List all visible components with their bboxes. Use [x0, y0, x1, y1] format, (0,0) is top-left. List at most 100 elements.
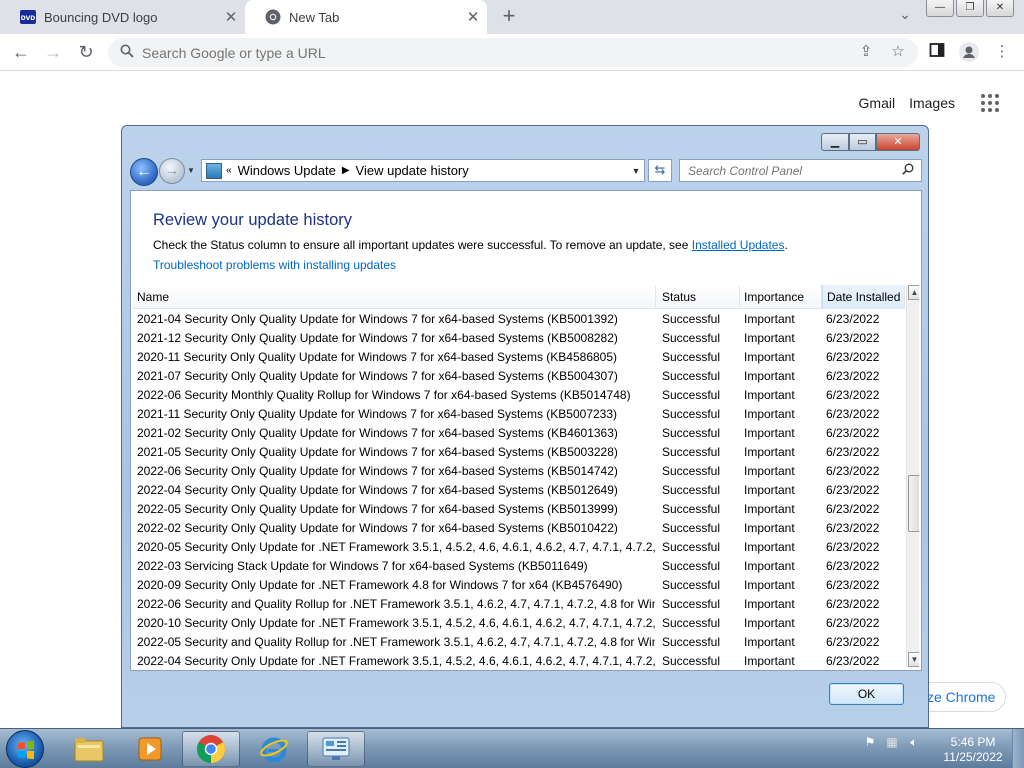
images-link[interactable]: Images	[909, 95, 955, 111]
table-row[interactable]: 2022-06 Security Monthly Quality Rollup …	[133, 386, 905, 405]
table-row[interactable]: 2022-03 Servicing Stack Update for Windo…	[133, 557, 905, 576]
cell-date-installed: 6/23/2022	[826, 616, 880, 630]
table-row[interactable]: 2022-06 Security Only Quality Update for…	[133, 462, 905, 481]
omnibox[interactable]	[108, 38, 918, 67]
table-row[interactable]: 2021-07 Security Only Quality Update for…	[133, 367, 905, 386]
back-arrow-icon[interactable]: ←	[8, 40, 34, 66]
action-center-flag-icon[interactable]: ⚑	[862, 735, 878, 751]
table-row[interactable]: 2020-10 Security Only Update for .NET Fr…	[133, 614, 905, 633]
cell-date-installed: 6/23/2022	[826, 597, 880, 611]
taskbar-internet-explorer[interactable]	[245, 731, 303, 767]
window-controls: — ❐ ✕	[924, 0, 1014, 17]
cell-name: 2022-02 Security Only Quality Update for…	[137, 521, 618, 535]
taskbar-explorer[interactable]	[60, 731, 118, 767]
omnibox-input[interactable]	[142, 44, 822, 61]
close-button[interactable]: ✕	[986, 0, 1014, 17]
scrollbar-thumb[interactable]	[908, 475, 919, 532]
start-button[interactable]	[6, 730, 44, 768]
cell-status: Successful	[662, 350, 721, 364]
table-row[interactable]: 2021-04 Security Only Quality Update for…	[133, 310, 905, 329]
scroll-down-arrow-icon[interactable]: ▼	[908, 652, 919, 667]
maximize-button[interactable]: ▭	[849, 133, 876, 151]
table-row[interactable]: 2022-05 Security Only Quality Update for…	[133, 500, 905, 519]
table-row[interactable]: 2021-12 Security Only Quality Update for…	[133, 329, 905, 348]
share-icon[interactable]: ⇪	[856, 42, 876, 62]
vertical-scrollbar[interactable]: ▲ ▼	[906, 285, 919, 667]
system-tray: ⚑ ▦ 🔈︎	[862, 735, 922, 751]
breadcrumb-separator-icon[interactable]: ▶	[342, 165, 350, 176]
table-row[interactable]: 2022-06 Security and Quality Rollup for …	[133, 595, 905, 614]
taskbar-control-panel[interactable]	[307, 731, 365, 767]
cell-status: Successful	[662, 559, 721, 573]
profile-avatar-icon[interactable]	[959, 42, 979, 62]
cell-status: Successful	[662, 331, 721, 345]
column-header-date-installed[interactable]: Date Installed	[822, 285, 905, 309]
cell-name: 2022-03 Servicing Stack Update for Windo…	[137, 559, 588, 573]
taskbar-chrome[interactable]	[182, 731, 240, 767]
table-row[interactable]: 2022-05 Security and Quality Rollup for …	[133, 633, 905, 652]
back-arrow-icon[interactable]: ←	[130, 158, 158, 186]
recent-pages-chevron-icon[interactable]: ▼	[187, 166, 195, 175]
tab-title: New Tab	[289, 9, 340, 25]
chrome-menu-icon[interactable]: ⋮	[992, 42, 1012, 62]
address-bar[interactable]: « Windows Update ▶ View update history ▼	[201, 159, 645, 182]
installed-updates-link[interactable]: Installed Updates	[692, 238, 785, 252]
scroll-up-arrow-icon[interactable]: ▲	[908, 285, 919, 300]
table-row[interactable]: 2022-04 Security Only Update for .NET Fr…	[133, 652, 905, 667]
tab-new-tab[interactable]: New Tab ✕	[245, 0, 487, 34]
list-header: Name Status Importance Date Installed	[133, 285, 905, 309]
cell-date-installed: 6/23/2022	[826, 559, 880, 573]
cell-status: Successful	[662, 407, 721, 421]
breadcrumb-windows-update[interactable]: Windows Update	[238, 163, 336, 178]
gmail-link[interactable]: Gmail	[859, 95, 896, 111]
cell-name: 2022-04 Security Only Update for .NET Fr…	[137, 654, 655, 667]
reload-icon[interactable]: ↻	[73, 40, 99, 66]
side-panel-icon[interactable]	[927, 42, 947, 62]
close-button[interactable]: ✕	[876, 133, 920, 151]
volume-icon[interactable]: 🔈︎	[906, 735, 922, 751]
ok-button[interactable]: OK	[829, 683, 904, 705]
search-icon[interactable]	[898, 163, 918, 178]
media-player-icon	[138, 737, 162, 761]
minimize-button[interactable]: —	[926, 0, 954, 17]
breadcrumb-overflow-icon[interactable]: «	[226, 165, 232, 176]
table-row[interactable]: 2021-05 Security Only Quality Update for…	[133, 443, 905, 462]
breadcrumb-view-update-history[interactable]: View update history	[356, 163, 469, 178]
chrome-icon	[197, 735, 225, 763]
minimize-button[interactable]: ▁	[821, 133, 849, 151]
network-icon[interactable]: ▦	[884, 735, 900, 751]
close-tab-icon[interactable]: ✕	[459, 8, 487, 26]
tab-search-chevron-icon[interactable]: ⌄	[895, 6, 915, 26]
show-desktop-button[interactable]	[1012, 729, 1024, 768]
table-row[interactable]: 2021-02 Security Only Quality Update for…	[133, 424, 905, 443]
search-input[interactable]	[688, 163, 898, 178]
taskbar-media-player[interactable]	[121, 731, 179, 767]
clock[interactable]: 5:46 PM 11/25/2022	[936, 735, 1010, 765]
forward-arrow-icon[interactable]: →	[40, 40, 66, 66]
cell-date-installed: 6/23/2022	[826, 312, 880, 326]
tab-bouncing-dvd[interactable]: DVD Bouncing DVD logo ✕	[0, 0, 245, 34]
table-row[interactable]: 2020-11 Security Only Quality Update for…	[133, 348, 905, 367]
address-dropdown-icon[interactable]: ▼	[628, 166, 644, 176]
table-row[interactable]: 2022-04 Security Only Quality Update for…	[133, 481, 905, 500]
column-header-status[interactable]: Status	[658, 285, 740, 309]
search-box[interactable]	[679, 159, 922, 182]
troubleshoot-link[interactable]: Troubleshoot problems with installing up…	[153, 258, 396, 272]
table-row[interactable]: 2021-11 Security Only Quality Update for…	[133, 405, 905, 424]
cell-status: Successful	[662, 388, 721, 402]
forward-arrow-icon[interactable]: →	[159, 158, 185, 184]
refresh-icon[interactable]: ⇆	[648, 159, 672, 182]
column-header-name[interactable]: Name	[133, 285, 656, 309]
close-tab-icon[interactable]: ✕	[217, 8, 245, 26]
description: Check the Status column to ensure all im…	[153, 238, 788, 252]
table-row[interactable]: 2020-09 Security Only Update for .NET Fr…	[133, 576, 905, 595]
restore-button[interactable]: ❐	[956, 0, 984, 17]
table-row[interactable]: 2022-02 Security Only Quality Update for…	[133, 519, 905, 538]
google-apps-icon[interactable]	[981, 94, 999, 112]
new-tab-plus-icon[interactable]: +	[496, 4, 522, 30]
update-history-window: ▁ ▭ ✕ ← → ▼ « Windows Update ▶ View upda…	[121, 125, 929, 728]
column-header-importance[interactable]: Importance	[740, 285, 822, 309]
search-icon	[120, 44, 138, 61]
table-row[interactable]: 2020-05 Security Only Update for .NET Fr…	[133, 538, 905, 557]
bookmark-star-icon[interactable]: ☆	[888, 42, 908, 62]
